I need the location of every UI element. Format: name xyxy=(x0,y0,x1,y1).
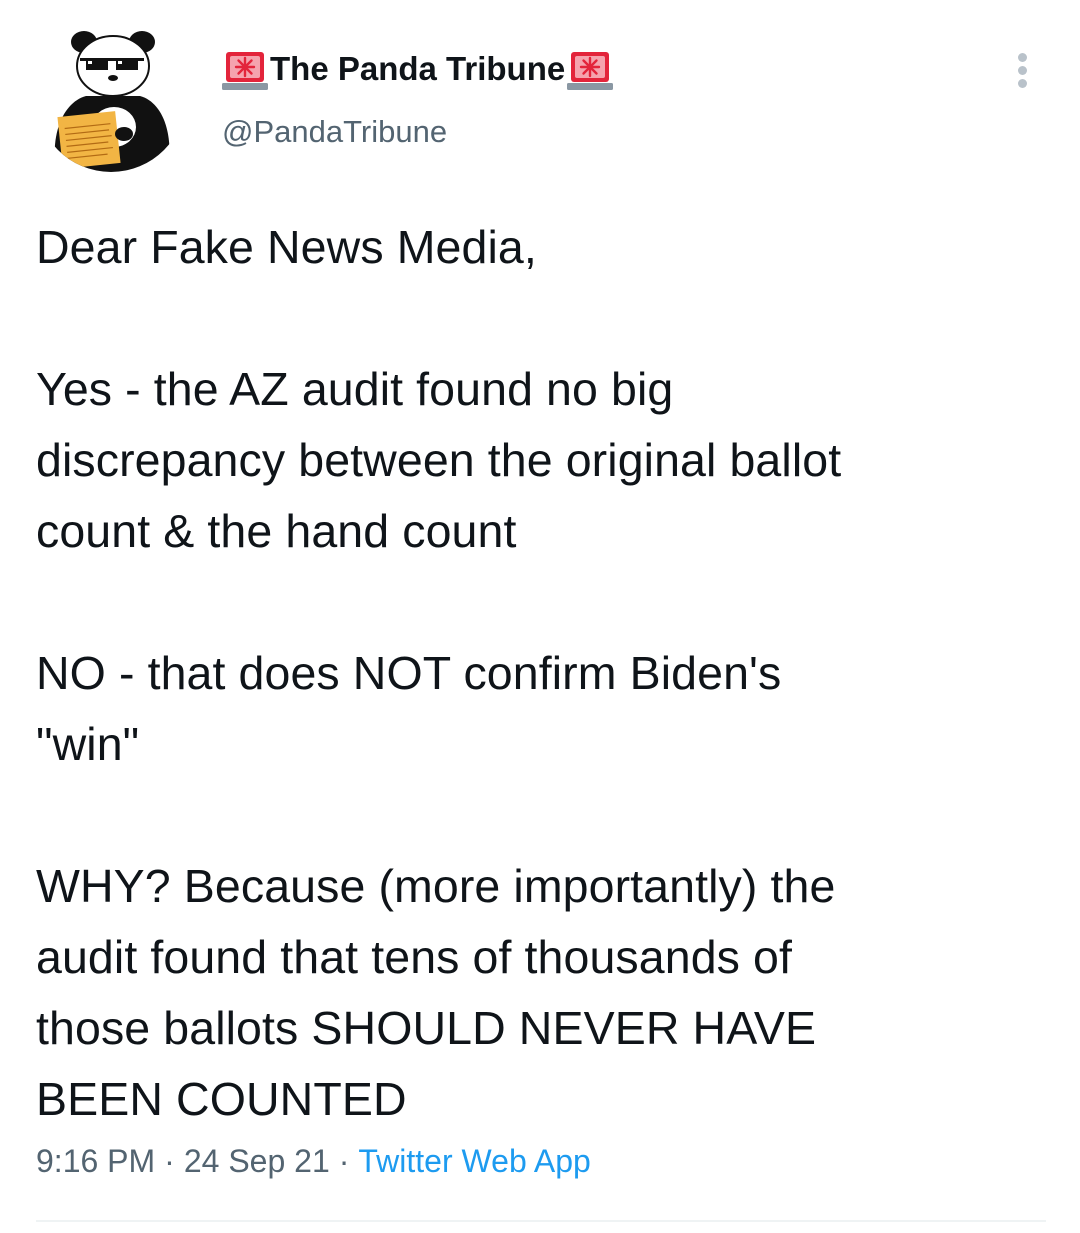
tweet: The Panda Tribune @PandaTribune Dear Fak… xyxy=(0,0,1080,1233)
text-line: Yes - the AZ audit found no big xyxy=(36,363,674,415)
text-line: those ballots SHOULD NEVER HAVE xyxy=(36,1002,817,1054)
tweet-source-link[interactable]: Twitter Web App xyxy=(358,1143,590,1179)
panda-avatar-image xyxy=(54,31,170,172)
divider xyxy=(36,1220,1046,1222)
avatar[interactable] xyxy=(36,22,186,172)
text-line: Dear Fake News Media, xyxy=(36,221,537,273)
tweet-paragraph: NO - that does NOT confirm Biden's "win" xyxy=(36,638,1046,780)
author-display-name[interactable]: The Panda Tribune xyxy=(270,50,565,88)
author-handle[interactable]: @PandaTribune xyxy=(222,114,447,150)
more-vertical-icon[interactable] xyxy=(1008,50,1038,90)
tweet-meta: 9:16 PM · 24 Sep 21 · Twitter Web App xyxy=(36,1143,591,1180)
tweet-text: Dear Fake News Media, Yes - the AZ audit… xyxy=(36,212,1046,1135)
text-line: discrepancy between the original ballot xyxy=(36,434,842,486)
tweet-time[interactable]: 9:16 PM xyxy=(36,1143,155,1179)
text-line: audit found that tens of thousands of xyxy=(36,931,793,983)
siren-icon xyxy=(222,46,268,92)
tweet-paragraph: Yes - the AZ audit found no big discrepa… xyxy=(36,354,1046,567)
tweet-paragraph: WHY? Because (more importantly) the audi… xyxy=(36,851,1046,1135)
text-line: "win" xyxy=(36,718,140,770)
text-line: NO - that does NOT confirm Biden's xyxy=(36,647,782,699)
text-line: BEEN COUNTED xyxy=(36,1073,407,1125)
meta-separator: · xyxy=(164,1143,175,1179)
tweet-date[interactable]: 24 Sep 21 xyxy=(184,1143,330,1179)
siren-icon xyxy=(567,46,614,92)
meta-separator: · xyxy=(338,1143,350,1179)
tweet-paragraph: Dear Fake News Media, xyxy=(36,212,1046,283)
author-name[interactable]: The Panda Tribune xyxy=(222,46,614,92)
text-line: WHY? Because (more importantly) the xyxy=(36,860,836,912)
text-line: count & the hand count xyxy=(36,505,517,557)
